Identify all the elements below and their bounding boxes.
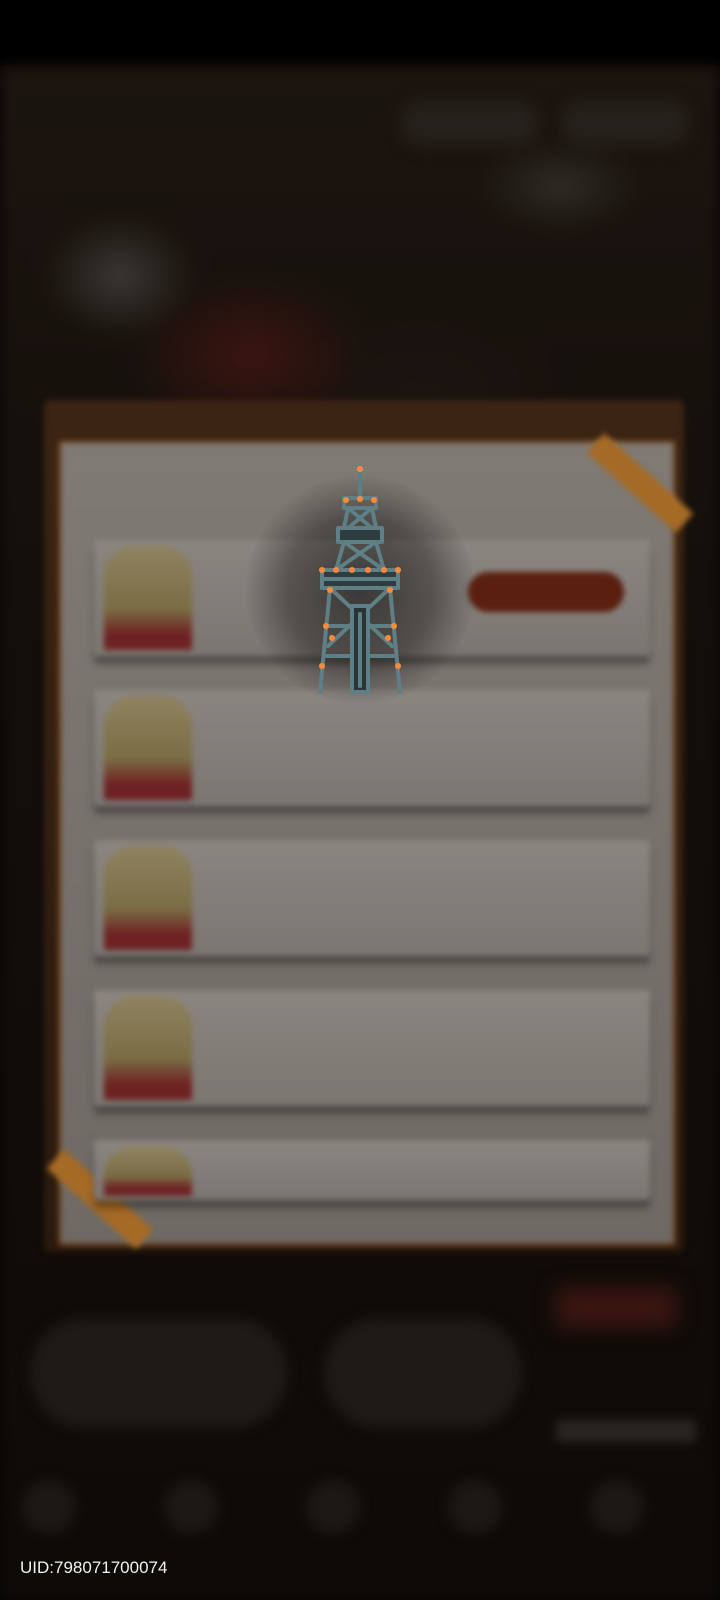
blurred-top-resource <box>560 100 690 146</box>
loading-indicator <box>246 466 474 706</box>
blurred-list-card <box>94 840 650 956</box>
blurred-bottom-glow <box>556 1288 676 1328</box>
blurred-nav-item <box>22 1480 76 1534</box>
blurred-nav-item <box>590 1480 644 1534</box>
blurred-nav-item <box>448 1480 502 1534</box>
blurred-nav-item <box>164 1480 218 1534</box>
status-bar <box>0 0 720 66</box>
blurred-list-card <box>94 990 650 1106</box>
uid-label: UID:798071700074 <box>20 1558 168 1577</box>
card-thumbnail <box>104 996 192 1100</box>
blurred-bottom-button <box>30 1318 288 1428</box>
card-thumbnail <box>104 1146 192 1196</box>
blurred-nav-item <box>306 1480 360 1534</box>
blurred-list-card <box>94 1140 650 1200</box>
card-thumbnail <box>104 696 192 800</box>
blurred-bottom-button <box>324 1318 522 1428</box>
blurred-action-button <box>468 572 624 612</box>
card-thumbnail <box>104 846 192 950</box>
blurred-bottom-bar <box>556 1420 696 1442</box>
oil-derrick-tower-icon <box>318 466 402 694</box>
blurred-list-card <box>94 690 650 806</box>
blurred-top-resource <box>400 100 540 146</box>
card-thumbnail <box>104 546 192 650</box>
